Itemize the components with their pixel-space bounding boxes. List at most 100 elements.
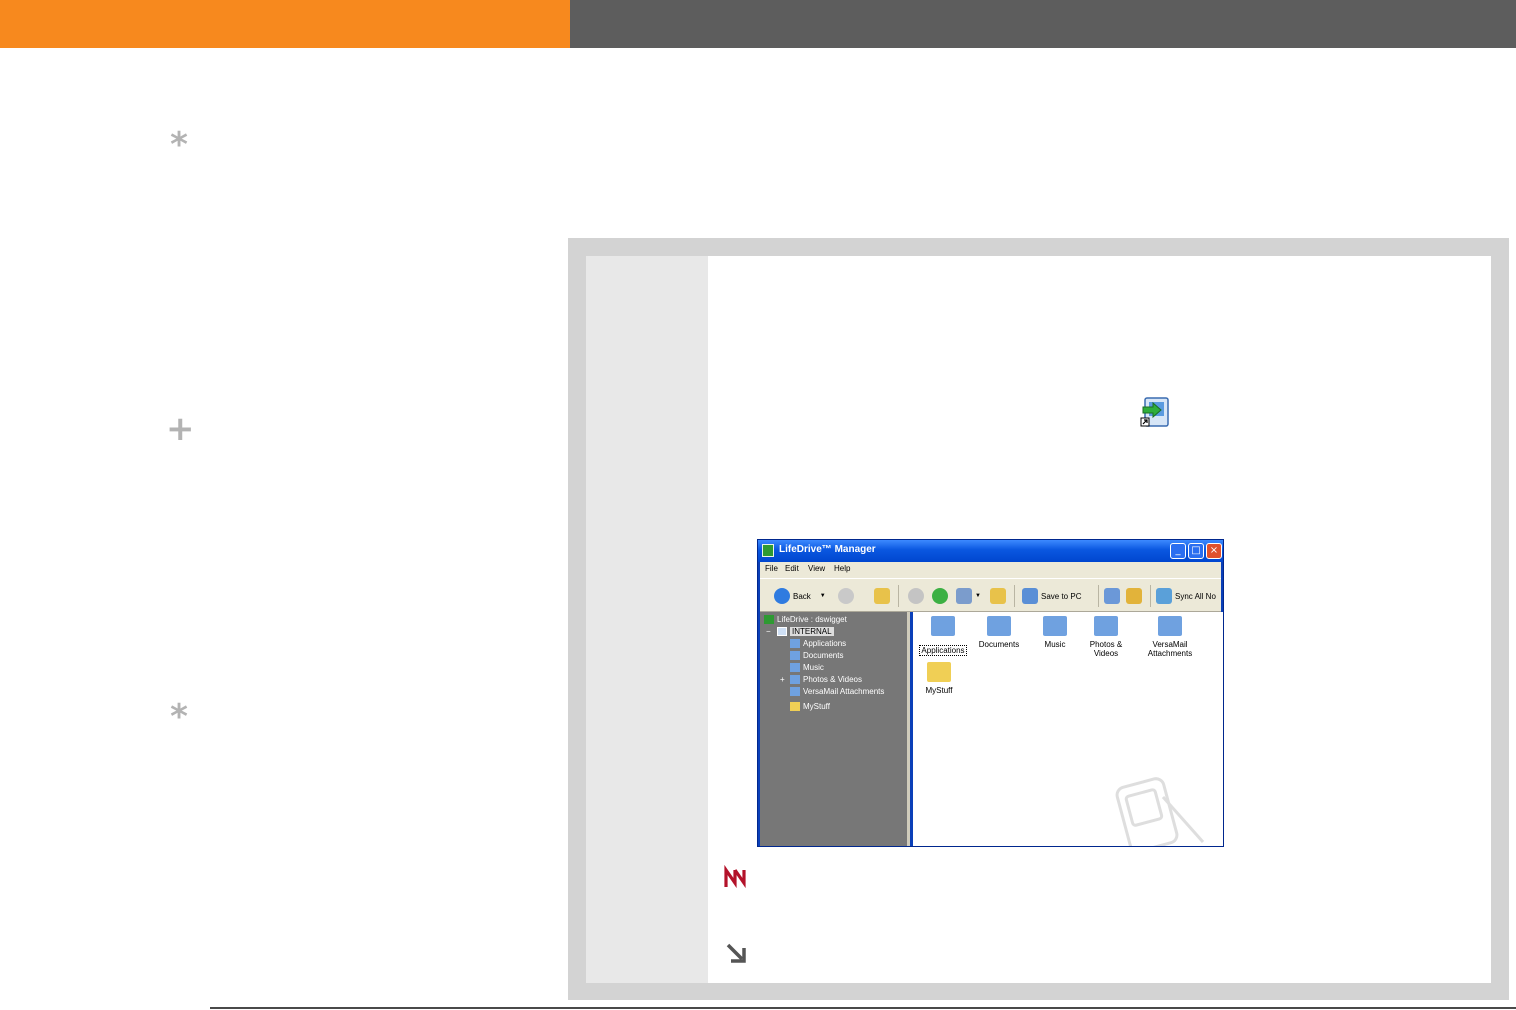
- tip-asterisk-icon: *: [170, 125, 188, 165]
- note-icon: [724, 865, 746, 889]
- stop-icon: [908, 588, 924, 604]
- tree-item-label: Applications: [803, 638, 847, 648]
- tree-item-versamail[interactable]: VersaMail Attachments: [790, 685, 884, 697]
- dropdown-arrow-icon: ▼: [975, 593, 981, 599]
- app-icon: [762, 544, 774, 557]
- mystuff-folder-icon: [927, 662, 951, 682]
- folder-label: Music: [1044, 640, 1066, 649]
- applications-folder-icon: [931, 616, 955, 636]
- menu-view[interactable]: View: [808, 564, 825, 573]
- folder-label: MyStuff: [925, 686, 953, 695]
- menu-help[interactable]: Help: [834, 564, 850, 573]
- sync-all-label: Sync All No: [1175, 591, 1216, 601]
- folder-mystuff[interactable]: MyStuff: [909, 662, 969, 695]
- device-icon: [764, 614, 774, 624]
- folder-music[interactable]: Music: [1025, 616, 1085, 649]
- step-number-column: [586, 256, 708, 983]
- back-button[interactable]: Back ▼: [774, 587, 826, 605]
- views-button[interactable]: ▼: [956, 587, 981, 605]
- tree-item-label: Documents: [803, 650, 844, 660]
- save-to-pc-label: Save to PC: [1041, 591, 1082, 601]
- header-bar: [570, 0, 1516, 48]
- menu-bar: File Edit View Help: [760, 562, 1221, 578]
- maximize-button[interactable]: □: [1188, 543, 1204, 559]
- folder-documents[interactable]: Documents: [969, 616, 1029, 649]
- back-label: Back: [793, 591, 811, 601]
- new-folder-icon: [990, 588, 1006, 604]
- minimize-button[interactable]: _: [1170, 543, 1186, 559]
- window-title: LifeDrive™ Manager: [779, 544, 876, 555]
- folder-label: Applications: [919, 645, 967, 656]
- tree-item-label: Photos & Videos: [803, 674, 863, 684]
- save-to-pc-icon: [1022, 588, 1038, 604]
- new-folder-button[interactable]: [990, 587, 1006, 605]
- folder-applications[interactable]: Applications: [913, 616, 973, 658]
- mystuff-folder-icon: [790, 701, 800, 711]
- plus-icon: +: [166, 409, 195, 449]
- refresh-icon: [932, 588, 948, 604]
- folder-tree: LifeDrive : dswigget − INTERNAL Applicat…: [760, 612, 910, 846]
- close-button[interactable]: ×: [1206, 543, 1222, 559]
- folder-photos-videos[interactable]: Photos & Videos: [1081, 616, 1131, 658]
- save-to-pc-button[interactable]: Save to PC: [1022, 587, 1081, 605]
- lifedrive-manager-icon: [1140, 397, 1169, 427]
- toolbar-separator: [1014, 585, 1015, 607]
- music-folder-icon: [1043, 616, 1067, 636]
- tree-item-label: MyStuff: [803, 701, 830, 711]
- photos-videos-folder-icon: [1094, 616, 1118, 636]
- toolbar-separator: [1150, 585, 1151, 607]
- tip-asterisk-icon: *: [170, 697, 188, 737]
- toolbar: Back ▼ ▼ Save to PC Sync All No: [760, 578, 1221, 612]
- documents-folder-icon: [987, 616, 1011, 636]
- tree-item-applications[interactable]: Applications: [790, 637, 846, 649]
- tree-item-label: Music: [803, 662, 824, 672]
- folder-label: Documents: [978, 640, 1020, 649]
- dropdown-arrow-icon: ▼: [819, 593, 826, 599]
- tree-root-label: LifeDrive : dswigget: [777, 614, 847, 624]
- up-folder-icon: [874, 588, 890, 604]
- refresh-button[interactable]: [932, 587, 948, 605]
- footer-rule: [210, 1007, 1516, 1009]
- toolbar-separator: [1098, 585, 1099, 607]
- copy-to-pc-button[interactable]: [1126, 587, 1142, 605]
- music-folder-icon: [790, 662, 800, 672]
- window-titlebar: LifeDrive™ Manager _ □ ×: [758, 540, 1223, 562]
- handheld-watermark-icon: [1115, 777, 1205, 846]
- stop-button[interactable]: [908, 587, 924, 605]
- copy-to-pc-icon: [1126, 588, 1142, 604]
- copy-to-device-icon: [1104, 588, 1120, 604]
- folder-label: VersaMail Attachments: [1147, 640, 1193, 658]
- menu-edit[interactable]: Edit: [785, 564, 799, 573]
- applications-folder-icon: [790, 638, 800, 648]
- forward-arrow-icon: [838, 588, 854, 604]
- header-bar-accent: [0, 0, 570, 48]
- tree-item-music[interactable]: Music: [790, 661, 824, 673]
- sync-all-button[interactable]: Sync All No: [1156, 587, 1216, 605]
- back-arrow-icon: [774, 588, 790, 604]
- forward-button[interactable]: [838, 587, 854, 605]
- documents-folder-icon: [790, 650, 800, 660]
- tree-internal[interactable]: − INTERNAL: [766, 625, 834, 637]
- folder-label: Photos & Videos: [1089, 640, 1123, 658]
- expand-icon: +: [780, 674, 785, 684]
- folder-contents: Applications Documents Music Photos & Vi…: [913, 612, 1223, 846]
- up-folder-button[interactable]: [874, 587, 890, 605]
- views-icon: [956, 588, 972, 604]
- collapse-icon: −: [766, 626, 771, 636]
- copy-to-device-button[interactable]: [1104, 587, 1120, 605]
- toolbar-separator: [898, 585, 899, 607]
- down-right-arrow-icon: [726, 943, 746, 963]
- tree-item-photos-videos[interactable]: + Photos & Videos: [780, 673, 862, 685]
- versamail-folder-icon: [1158, 616, 1182, 636]
- versamail-folder-icon: [790, 686, 800, 696]
- tree-item-label: VersaMail Attachments: [803, 686, 885, 696]
- photos-videos-folder-icon: [790, 674, 800, 684]
- lifedrive-manager-window: LifeDrive™ Manager _ □ × File Edit View …: [757, 539, 1224, 847]
- folder-versamail[interactable]: VersaMail Attachments: [1139, 616, 1201, 658]
- tree-internal-label: INTERNAL: [790, 626, 834, 636]
- sync-icon: [1156, 588, 1172, 604]
- tree-item-mystuff[interactable]: MyStuff: [790, 700, 830, 712]
- menu-file[interactable]: File: [765, 564, 778, 573]
- tree-item-documents[interactable]: Documents: [790, 649, 843, 661]
- tree-root[interactable]: LifeDrive : dswigget: [764, 613, 847, 625]
